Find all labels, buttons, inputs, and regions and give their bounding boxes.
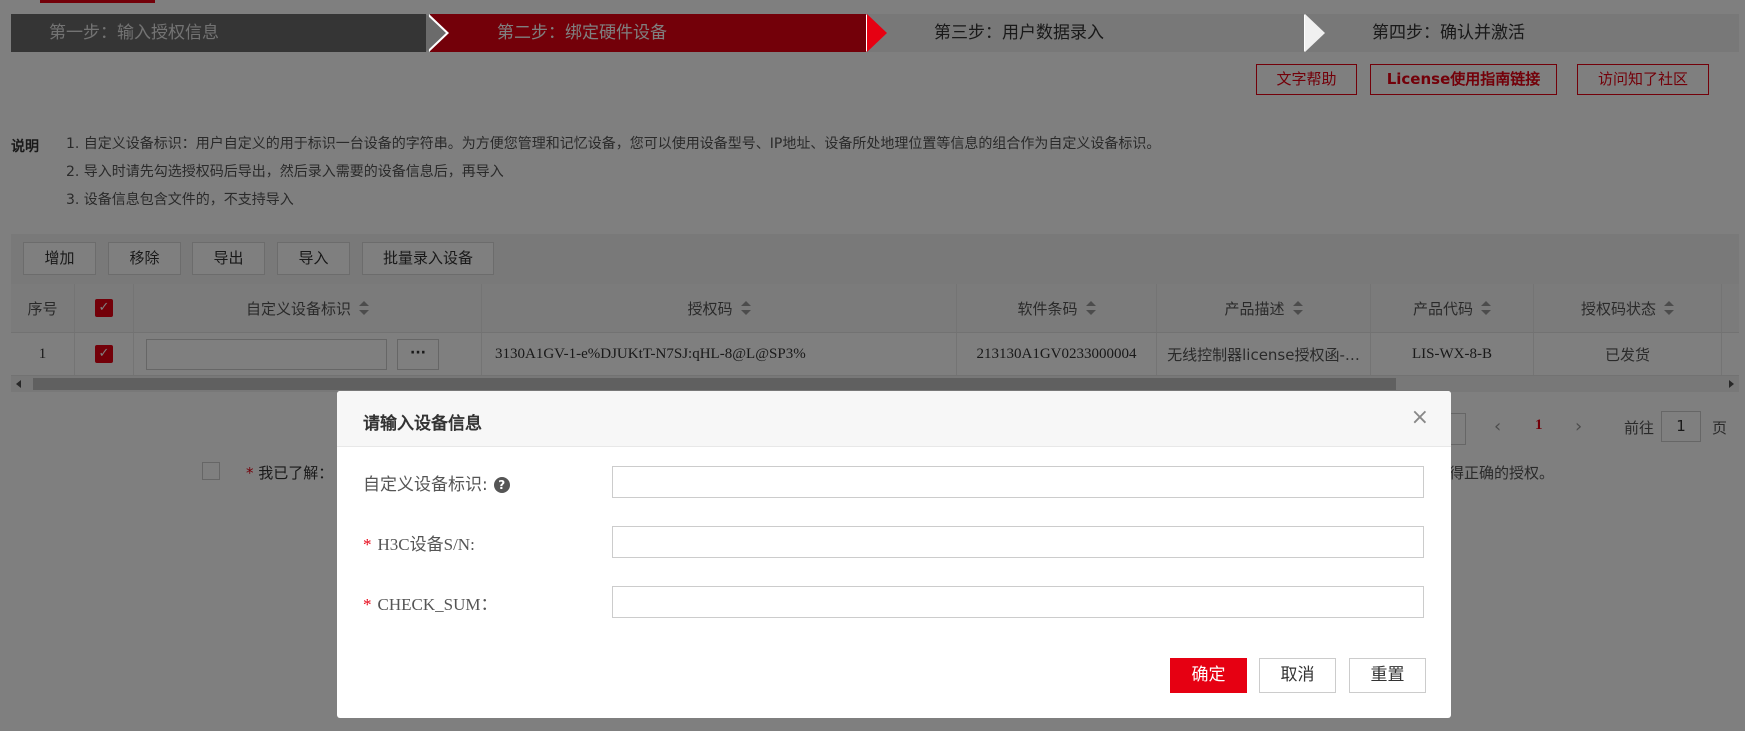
custom-id-label: 自定义设备标识:?: [363, 470, 510, 495]
step-2-arrow: [867, 14, 887, 52]
cancel-button[interactable]: 取消: [1259, 658, 1336, 693]
custom-id-field[interactable]: [612, 466, 1424, 498]
sn-label: * H3C设备S/N:: [363, 535, 475, 554]
confirm-button[interactable]: 确定: [1170, 658, 1247, 693]
step-3-arrow: [1305, 14, 1325, 52]
help-icon[interactable]: ?: [493, 477, 510, 493]
checksum-field[interactable]: [612, 586, 1424, 618]
reset-button[interactable]: 重置: [1349, 658, 1426, 693]
device-info-dialog: 请输入设备信息 × 自定义设备标识:? * H3C设备S/N: * CHECK_SU…: [337, 391, 1451, 718]
dialog-title: 请输入设备信息: [363, 414, 482, 434]
sn-field[interactable]: [612, 526, 1424, 558]
checksum-label: * CHECK_SUM：: [363, 595, 498, 614]
close-icon[interactable]: ×: [1411, 405, 1429, 430]
dialog-header: 请输入设备信息 ×: [337, 391, 1451, 447]
step-1-arrow: [426, 14, 446, 52]
